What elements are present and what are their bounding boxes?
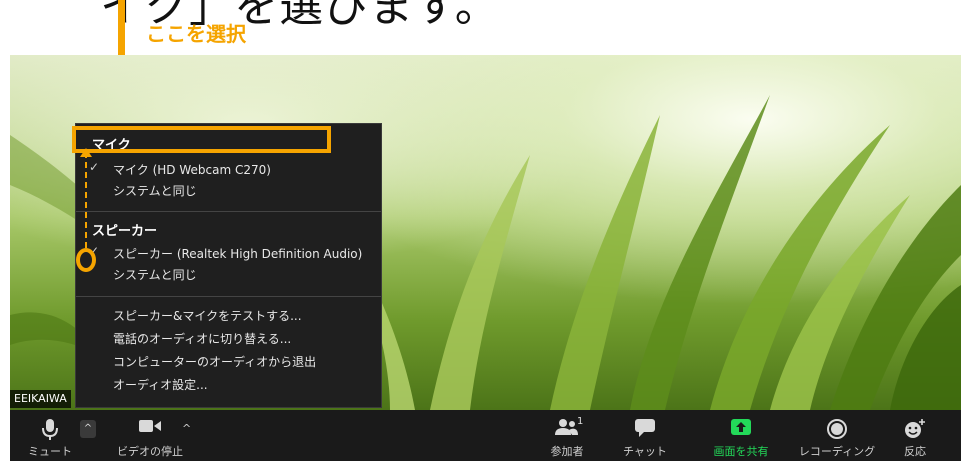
menu-divider bbox=[76, 211, 381, 212]
share-screen-label: 画面を共有 bbox=[713, 445, 769, 458]
mute-label: ミュート bbox=[28, 445, 72, 458]
record-label: レコーディング bbox=[798, 445, 876, 458]
mute-button[interactable]: ミュート bbox=[24, 410, 76, 461]
participants-button[interactable]: 1 参加者 bbox=[542, 410, 592, 461]
meeting-toolbar: ミュート ^ ビデオの停止 ^ 1 参加者 チャット 画面を共有 レコーディング… bbox=[10, 410, 961, 461]
reactions-label: 反応 bbox=[904, 445, 926, 458]
video-options-caret-button[interactable]: ^ bbox=[182, 422, 191, 435]
chat-button[interactable]: チャット bbox=[615, 410, 675, 461]
menu-item-speaker-realtek[interactable]: スピーカー (Realtek High Definition Audio) bbox=[113, 244, 381, 264]
stop-video-button[interactable]: ビデオの停止 bbox=[110, 410, 190, 461]
callout-circle-marker bbox=[76, 248, 96, 272]
check-icon: ✓ bbox=[89, 160, 100, 174]
audio-options-menu: マイク ✓ マイク (HD Webcam C270) システムと同じ スピーカー… bbox=[75, 123, 382, 408]
microphone-icon bbox=[42, 419, 58, 440]
callout-highlight-box bbox=[72, 126, 331, 153]
participants-count: 1 bbox=[577, 416, 584, 427]
menu-item-test-speaker-mic[interactable]: スピーカー&マイクをテストする... bbox=[113, 306, 381, 326]
share-screen-icon bbox=[731, 419, 751, 435]
participant-name-tag: EEIKAIWA bbox=[10, 390, 71, 408]
video-camera-icon bbox=[139, 420, 161, 432]
callout-label: ここを選択 bbox=[146, 22, 246, 46]
record-icon bbox=[827, 419, 847, 439]
callout-dashed-line bbox=[85, 152, 87, 248]
menu-item-speaker-same-as-system[interactable]: システムと同じ bbox=[113, 265, 381, 285]
participants-icon bbox=[555, 419, 578, 435]
participants-label: 参加者 bbox=[550, 445, 584, 458]
menu-divider bbox=[76, 296, 381, 297]
callout-dashed-arrow-icon bbox=[80, 148, 92, 157]
menu-item-mic-same-as-system[interactable]: システムと同じ bbox=[113, 181, 381, 201]
reactions-button[interactable]: 反応 bbox=[890, 410, 940, 461]
menu-item-audio-settings[interactable]: オーディオ設定... bbox=[113, 375, 381, 395]
stop-video-label: ビデオの停止 bbox=[117, 445, 183, 458]
add-reaction-icon bbox=[905, 419, 925, 438]
menu-item-switch-to-phone-audio[interactable]: 電話のオーディオに切り替える... bbox=[113, 329, 381, 349]
menu-item-mic-webcam[interactable]: マイク (HD Webcam C270) bbox=[113, 160, 381, 180]
chat-bubble-icon bbox=[635, 419, 655, 437]
menu-item-leave-computer-audio[interactable]: コンピューターのオーディオから退出 bbox=[113, 352, 381, 372]
audio-options-caret-button[interactable]: ^ bbox=[80, 420, 96, 438]
chat-label: チャット bbox=[623, 445, 667, 458]
record-button[interactable]: レコーディング bbox=[794, 410, 880, 461]
share-screen-button[interactable]: 画面を共有 bbox=[703, 410, 779, 461]
speaker-section-header: スピーカー bbox=[92, 224, 158, 239]
